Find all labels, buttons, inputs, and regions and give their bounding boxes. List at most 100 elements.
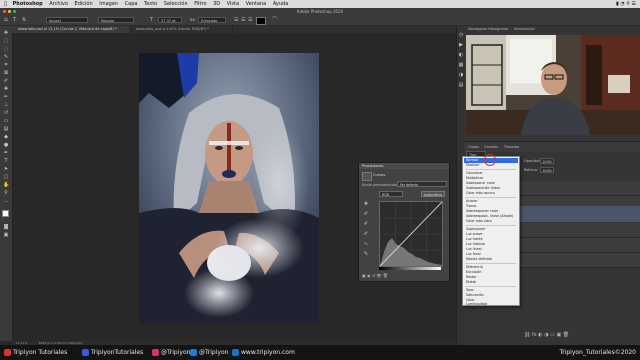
auto-button[interactable]: Automático bbox=[421, 191, 445, 197]
blend-mode-option[interactable]: Color más claro bbox=[466, 219, 492, 223]
marquee-tool-icon[interactable]: ⬚ bbox=[3, 38, 9, 44]
menu-item-archivo[interactable]: Archivo bbox=[49, 0, 68, 8]
text-color-swatch[interactable] bbox=[256, 17, 266, 25]
preset-select[interactable]: Por defecto bbox=[397, 181, 447, 187]
blend-mode-option[interactable]: Luz suave bbox=[466, 232, 482, 236]
layers-footer-icons[interactable]: ⛓ fx ◐ ◑ ▭ ▣ 🗑 bbox=[524, 332, 640, 340]
type-tool-preset-icon[interactable]: T bbox=[13, 15, 16, 25]
footer-item[interactable]: @Tripiyon bbox=[152, 345, 190, 360]
align-right-icon[interactable]: ☰ bbox=[248, 15, 252, 25]
layer-row[interactable] bbox=[518, 181, 640, 196]
menu-item-capa[interactable]: Capa bbox=[125, 0, 138, 8]
tab-info[interactable]: Información bbox=[514, 27, 535, 31]
blend-mode-dropdown[interactable]: Normal Disolver Oscurecer Multiplicar Su… bbox=[462, 156, 520, 306]
close-window-icon[interactable] bbox=[3, 10, 6, 13]
blend-mode-option[interactable]: Subexponer color bbox=[466, 181, 495, 185]
tab-layers[interactable]: Capas bbox=[468, 145, 479, 149]
text-orientation-icon[interactable]: ⇅ bbox=[22, 15, 26, 25]
layer-row[interactable] bbox=[518, 223, 640, 238]
align-center-icon[interactable]: ☰ bbox=[241, 15, 245, 25]
menu-item-seleccion[interactable]: Selección bbox=[164, 0, 188, 8]
warp-text-icon[interactable]: ⌒ bbox=[272, 15, 277, 25]
blend-mode-option[interactable]: Exclusión bbox=[466, 270, 482, 274]
opacity-field[interactable]: 100% bbox=[540, 158, 554, 164]
type-tool-icon[interactable]: T bbox=[3, 158, 9, 164]
quick-select-tool-icon[interactable]: ✎ bbox=[3, 54, 9, 60]
blend-mode-option[interactable]: Disolver bbox=[466, 163, 479, 167]
tab-document-1[interactable]: desarrollo.psd al 11,1% (Curvas 2, Másca… bbox=[12, 26, 131, 33]
blend-mode-option[interactable]: Aclarar bbox=[466, 199, 478, 203]
crop-tool-icon[interactable]: ⌗ bbox=[3, 62, 9, 68]
lasso-tool-icon[interactable]: ◌ bbox=[3, 46, 9, 52]
layer-row[interactable] bbox=[518, 238, 640, 253]
path-selection-tool-icon[interactable]: ➤ bbox=[3, 166, 9, 172]
blend-mode-option[interactable]: Superponer bbox=[466, 227, 485, 231]
menu-item-imagen[interactable]: Imagen bbox=[99, 0, 118, 8]
zoom-tool-icon[interactable]: ⚲ bbox=[3, 190, 9, 196]
tab-paths[interactable]: Trazados bbox=[504, 145, 519, 149]
blend-mode-option[interactable]: Saturación bbox=[466, 293, 484, 297]
blend-mode-option[interactable]: Restar bbox=[466, 275, 477, 279]
document-photo[interactable] bbox=[139, 53, 319, 323]
blend-mode-option[interactable]: Dividir bbox=[466, 280, 477, 284]
menu-item-3d[interactable]: 3D bbox=[213, 0, 220, 8]
tab-channels[interactable]: Canales bbox=[484, 145, 498, 149]
menu-app-name[interactable]: Photoshop bbox=[13, 0, 43, 8]
blend-mode-option[interactable]: Subexposición lineal bbox=[466, 186, 500, 190]
hand-tool-icon[interactable]: ✋ bbox=[3, 182, 9, 188]
dodge-tool-icon[interactable]: ● bbox=[3, 142, 9, 148]
white-point-eyedropper-icon[interactable]: ✐ bbox=[363, 231, 369, 237]
zoom-window-icon[interactable] bbox=[13, 10, 16, 13]
blend-mode-option[interactable]: Luz focal bbox=[466, 252, 481, 256]
rectangle-tool-icon[interactable]: ▢ bbox=[3, 174, 9, 180]
gradient-tool-icon[interactable]: ▤ bbox=[3, 126, 9, 132]
foreground-color-swatch[interactable] bbox=[2, 210, 9, 217]
more-tools-icon[interactable]: … bbox=[3, 198, 9, 204]
home-icon[interactable]: ⌂ bbox=[4, 15, 8, 25]
tab-document-2[interactable]: desarrollo_psd al 100% (Fondo, RGB/8*) * bbox=[130, 26, 233, 33]
curves-graph[interactable] bbox=[379, 201, 443, 267]
blur-tool-icon[interactable]: ◆ bbox=[3, 134, 9, 140]
blend-mode-option[interactable]: Tono bbox=[466, 288, 474, 292]
clone-stamp-tool-icon[interactable]: ⊥ bbox=[3, 102, 9, 108]
menu-item-texto[interactable]: Texto bbox=[144, 0, 157, 8]
eraser-tool-icon[interactable]: ▭ bbox=[3, 118, 9, 124]
eyedropper-tool-icon[interactable]: ✐ bbox=[3, 78, 9, 84]
curve-points-icon[interactable]: ∿ bbox=[363, 241, 369, 247]
blend-mode-option[interactable]: Luz fuerte bbox=[466, 237, 483, 241]
layer-row-selected[interactable] bbox=[518, 206, 640, 222]
blend-mode-option[interactable]: Diferencia bbox=[466, 265, 483, 269]
brush-tool-icon[interactable]: ✏ bbox=[3, 94, 9, 100]
footer-item[interactable]: www.tripiyon.com bbox=[232, 345, 295, 360]
menu-item-filtro[interactable]: Filtro bbox=[194, 0, 206, 8]
blend-mode-option[interactable]: Sobreexponer color bbox=[466, 209, 498, 213]
blend-mode-option[interactable]: Multiplicar bbox=[466, 176, 483, 180]
properties-footer-icons[interactable]: ▣ ◉ ↺ 👁 🗑 bbox=[362, 273, 446, 279]
blend-mode-option[interactable]: Luz intensa bbox=[466, 242, 485, 246]
blend-mode-option[interactable]: Mezcla definida bbox=[466, 257, 492, 261]
blend-mode-option[interactable]: Sobreexposic. lineal (Añadir) bbox=[466, 214, 513, 218]
channel-select[interactable]: RGB bbox=[379, 191, 403, 197]
blend-mode-option[interactable]: Normal bbox=[466, 158, 478, 162]
properties-panel[interactable]: Propiedades Curvas Ajuste preestablecido… bbox=[358, 162, 450, 282]
healing-brush-tool-icon[interactable]: ✚ bbox=[3, 86, 9, 92]
layer-row[interactable] bbox=[518, 253, 640, 268]
blend-mode-option[interactable]: Oscurecer bbox=[466, 171, 483, 175]
menu-item-vista[interactable]: Vista bbox=[227, 0, 239, 8]
antialias-select[interactable]: Enfocado bbox=[198, 17, 226, 23]
font-style-select[interactable]: Regular bbox=[98, 17, 134, 23]
menu-item-ventana[interactable]: Ventana bbox=[246, 0, 267, 8]
screen-mode-icon[interactable]: ▣ bbox=[3, 232, 9, 238]
apple-icon[interactable]:  bbox=[4, 0, 7, 8]
align-left-icon[interactable]: ☰ bbox=[234, 15, 238, 25]
tab-navigator[interactable]: Navegador bbox=[468, 27, 487, 31]
font-family-select[interactable]: Impact bbox=[46, 17, 88, 23]
pen-tool-icon[interactable]: ✒ bbox=[3, 150, 9, 156]
font-size-field[interactable]: 37.37 pt bbox=[158, 17, 182, 23]
frame-tool-icon[interactable]: ⊠ bbox=[3, 70, 9, 76]
blend-mode-option[interactable]: Luz lineal bbox=[466, 247, 482, 251]
tab-histogram[interactable]: Histograma bbox=[488, 27, 508, 31]
menu-item-edicion[interactable]: Edición bbox=[75, 0, 93, 8]
fill-field[interactable]: 100% bbox=[540, 167, 554, 173]
minimize-window-icon[interactable] bbox=[8, 10, 11, 13]
